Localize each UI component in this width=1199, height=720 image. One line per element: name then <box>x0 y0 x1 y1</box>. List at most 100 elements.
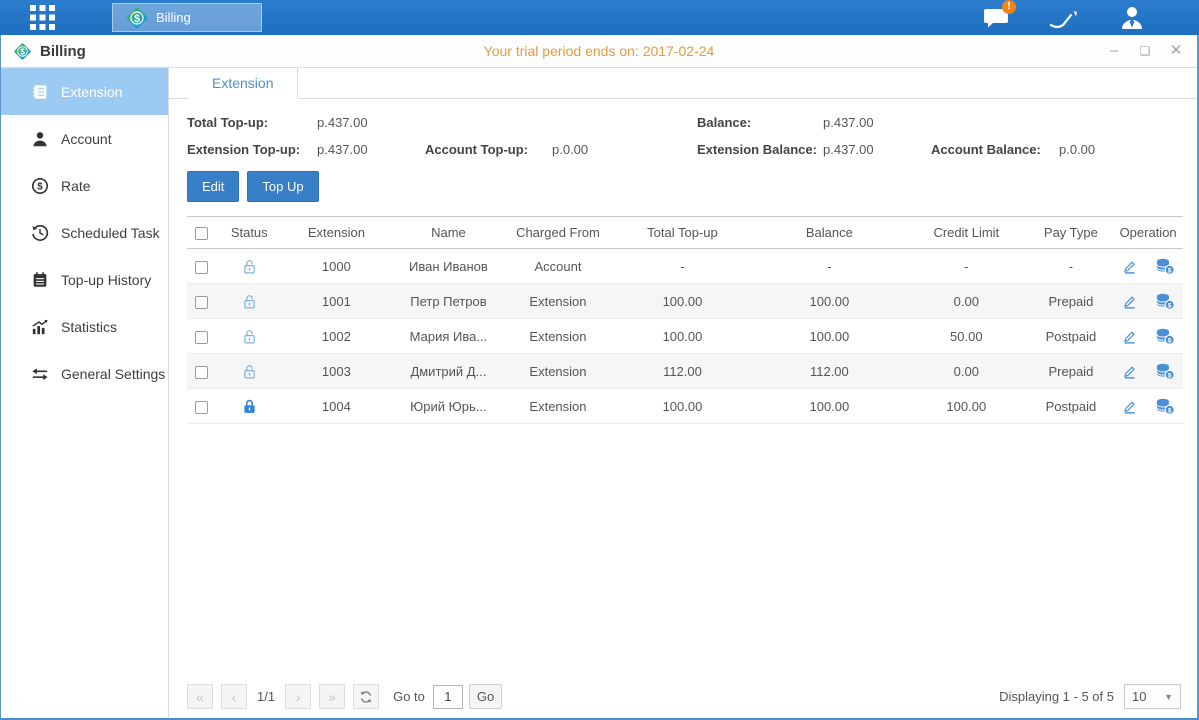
unlocked-icon[interactable] <box>241 293 258 310</box>
table-row: 1002 Мария Ива... Extension 100.00 100.0… <box>187 319 1183 354</box>
cell-charged-from: Extension <box>506 319 611 354</box>
edit-pencil-icon[interactable] <box>1121 328 1138 345</box>
top-up-coins-icon[interactable]: $ <box>1155 397 1175 415</box>
edit-pencil-icon[interactable] <box>1121 398 1138 415</box>
column-header-credit-limit: Credit Limit <box>904 217 1029 249</box>
statistics-chart-icon <box>31 318 49 336</box>
desktop-topbar: $ Billing ! <box>0 0 1199 35</box>
first-page-button[interactable]: « <box>187 684 213 709</box>
billing-window-icon: $ <box>13 42 32 61</box>
row-checkbox[interactable] <box>195 296 208 309</box>
sidebar: Extension Account $ Rate <box>1 68 169 718</box>
column-header-total-topup: Total Top-up <box>610 217 754 249</box>
total-topup-label: Total Top-up: <box>187 115 317 130</box>
action-buttons: Edit Top Up <box>169 157 1197 202</box>
account-topup-value: p.0.00 <box>552 142 588 157</box>
unlocked-icon[interactable] <box>241 363 258 380</box>
page-indicator: 1/1 <box>257 689 275 704</box>
extension-balance-value: p.437.00 <box>823 142 931 157</box>
cell-credit-limit: 0.00 <box>904 354 1029 389</box>
extension-table-body: 1000 Иван Иванов Account - - - - <box>187 249 1183 424</box>
sidebar-item-extension[interactable]: Extension <box>1 68 168 115</box>
goto-page-input[interactable] <box>433 685 463 709</box>
pagination-bar: « ‹ 1/1 › » Go to Go Displaying <box>169 684 1197 709</box>
sidebar-item-scheduled-task[interactable]: Scheduled Task <box>1 209 168 256</box>
edit-button[interactable]: Edit <box>187 171 239 202</box>
row-checkbox[interactable] <box>195 261 208 274</box>
row-checkbox[interactable] <box>195 331 208 344</box>
dollar-circle-icon: $ <box>31 177 49 195</box>
taskbar-item-billing[interactable]: $ Billing <box>112 3 262 32</box>
cell-balance: 112.00 <box>755 354 904 389</box>
balance-value: p.437.00 <box>823 115 874 130</box>
cell-charged-from: Extension <box>506 284 611 319</box>
cell-credit-limit: 0.00 <box>904 284 1029 319</box>
top-up-coins-icon[interactable]: $ <box>1155 362 1175 380</box>
messages-button[interactable]: ! <box>981 6 1011 30</box>
edit-pencil-icon[interactable] <box>1121 258 1138 275</box>
minimize-button[interactable]: – <box>1105 42 1123 60</box>
activity-monitor-button[interactable] <box>1049 6 1079 30</box>
notepad-icon <box>31 271 49 289</box>
row-checkbox[interactable] <box>195 401 208 414</box>
cell-extension: 1000 <box>282 249 392 284</box>
tab-extension[interactable]: Extension <box>188 68 298 99</box>
billing-app-icon: $ <box>125 6 149 30</box>
balance-summary: Total Top-up: p.437.00 Extension Top-up:… <box>169 99 1197 157</box>
sidebar-item-statistics[interactable]: Statistics <box>1 303 168 350</box>
svg-text:$: $ <box>134 13 140 25</box>
maximize-button[interactable]: ❏ <box>1136 42 1154 60</box>
refresh-icon <box>359 690 373 704</box>
edit-pencil-icon[interactable] <box>1121 293 1138 310</box>
tab-strip: Extension <box>169 68 1197 99</box>
locked-icon[interactable] <box>241 398 258 415</box>
top-up-coins-icon[interactable]: $ <box>1155 292 1175 310</box>
top-up-coins-icon[interactable]: $ <box>1155 257 1175 275</box>
top-up-button[interactable]: Top Up <box>247 171 318 202</box>
unlocked-icon[interactable] <box>241 258 258 275</box>
column-header-charged-from: Charged From <box>506 217 611 249</box>
window-controls: – ❏ ✕ <box>1105 42 1185 60</box>
svg-text:$: $ <box>1168 407 1172 414</box>
extension-table: Status Extension Name Charged From Total… <box>169 202 1197 424</box>
prev-page-button[interactable]: ‹ <box>221 684 247 709</box>
select-all-checkbox[interactable] <box>195 227 208 240</box>
cell-name: Мария Ива... <box>391 319 506 354</box>
svg-text:$: $ <box>1168 372 1172 379</box>
trial-notice: Your trial period ends on: 2017-02-24 <box>1 43 1197 59</box>
svg-text:$: $ <box>1168 267 1172 274</box>
sidebar-item-topup-history[interactable]: Top-up History <box>1 256 168 303</box>
sidebar-item-label: Account <box>61 131 112 147</box>
edit-pencil-icon[interactable] <box>1121 363 1138 380</box>
last-page-button[interactable]: » <box>319 684 345 709</box>
app-launcher-button[interactable] <box>14 0 70 35</box>
cell-pay-type: Postpaid <box>1029 389 1114 424</box>
goto-label: Go to <box>393 689 425 704</box>
page-size-dropdown[interactable]: 10 ▼ <box>1124 684 1181 709</box>
topbar-tray: ! <box>981 6 1147 30</box>
sidebar-item-label: Statistics <box>61 319 117 335</box>
sidebar-item-general-settings[interactable]: General Settings <box>1 350 168 397</box>
cell-total-topup: 100.00 <box>610 319 754 354</box>
next-page-button[interactable]: › <box>285 684 311 709</box>
cell-extension: 1004 <box>282 389 392 424</box>
sidebar-item-rate[interactable]: $ Rate <box>1 162 168 209</box>
user-icon <box>1119 5 1145 30</box>
go-button[interactable]: Go <box>469 684 502 709</box>
cell-pay-type: - <box>1029 249 1114 284</box>
user-menu-button[interactable] <box>1117 6 1147 30</box>
table-header-row: Status Extension Name Charged From Total… <box>187 217 1183 249</box>
close-button[interactable]: ✕ <box>1167 42 1185 60</box>
row-checkbox[interactable] <box>195 366 208 379</box>
cell-name: Дмитрий Д... <box>391 354 506 389</box>
account-topup-label: Account Top-up: <box>425 142 552 157</box>
sidebar-item-account[interactable]: Account <box>1 115 168 162</box>
cell-credit-limit: 50.00 <box>904 319 1029 354</box>
cell-total-topup: 100.00 <box>610 389 754 424</box>
extension-topup-label: Extension Top-up: <box>187 142 317 157</box>
cell-charged-from: Extension <box>506 354 611 389</box>
cell-extension: 1002 <box>282 319 392 354</box>
unlocked-icon[interactable] <box>241 328 258 345</box>
top-up-coins-icon[interactable]: $ <box>1155 327 1175 345</box>
refresh-button[interactable] <box>353 684 379 709</box>
